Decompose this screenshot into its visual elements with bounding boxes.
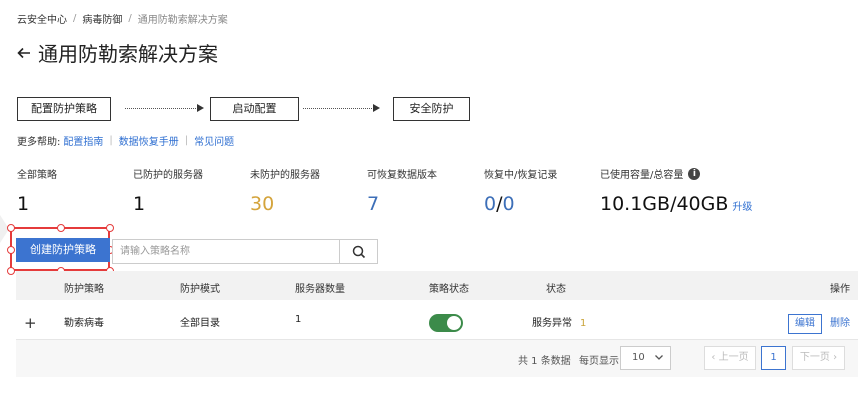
flow-arrow	[303, 104, 380, 112]
cell-policy: 勒索病毒	[64, 318, 104, 329]
search-icon	[352, 245, 365, 258]
stat-capacity: 已使用容量/总容量 i 10.1GB/40GB 升级	[600, 167, 753, 215]
cell-mode: 全部目录	[180, 318, 220, 329]
stat-recoverable-versions: 可恢复数据版本 7	[367, 170, 437, 215]
link-faq[interactable]: 常见问题	[194, 133, 234, 148]
search-button[interactable]	[339, 240, 377, 263]
col-server-count: 服务器数量	[295, 284, 345, 295]
per-page-select[interactable]: 10	[620, 346, 671, 370]
recovery-records-count[interactable]: 0	[503, 193, 515, 215]
col-policy: 防护策略	[64, 284, 104, 295]
table-header: 防护策略 防护模式 服务器数量 策略状态 状态 操作	[16, 271, 858, 300]
back-arrow-icon[interactable]	[16, 45, 32, 61]
total-count: 共 1 条数据	[518, 356, 571, 367]
delete-link[interactable]: 删除	[830, 314, 850, 329]
prev-page-button[interactable]: ‹ 上一页	[704, 346, 756, 370]
stat-all-policies: 全部策略 1	[17, 170, 57, 215]
col-mode: 防护模式	[180, 284, 220, 295]
cell-server-count: 1	[295, 314, 302, 325]
step-configure-policy[interactable]: 配置防护策略	[17, 97, 111, 121]
edit-button[interactable]: 编辑	[788, 314, 822, 334]
resize-handle[interactable]	[106, 224, 114, 232]
next-page-button[interactable]: 下一页 ›	[792, 346, 845, 370]
resize-handle[interactable]	[7, 246, 15, 254]
chevron-down-icon	[653, 350, 665, 372]
per-page-label: 每页显示	[579, 356, 619, 367]
resize-handle[interactable]	[7, 224, 15, 232]
cell-status: 服务异常 1	[532, 318, 587, 329]
stats-panel: 全部策略 1 已防护的服务器 1 未防护的服务器 30 可恢复数据版本 7 恢复…	[17, 166, 817, 216]
current-page[interactable]: 1	[761, 346, 786, 370]
chevron-left-icon: ‹	[711, 352, 716, 363]
upgrade-link[interactable]: 升级	[732, 202, 752, 213]
pagination: 共 1 条数据 每页显示 10 ‹ 上一页 1 下一页 ›	[16, 340, 858, 377]
link-recovery-manual[interactable]: 数据恢复手册	[119, 133, 179, 148]
flow-arrow	[125, 104, 204, 112]
help-links: 更多帮助: 配置指南 | 数据恢复手册 | 常见问题	[17, 133, 234, 148]
recovering-count[interactable]: 0	[484, 193, 496, 215]
resize-handle[interactable]	[57, 224, 65, 232]
policy-status-toggle[interactable]	[429, 314, 463, 332]
col-status: 状态	[546, 284, 566, 295]
capacity-value: 10.1GB/40GB	[600, 193, 729, 215]
setup-flow: 配置防护策略 启动配置 安全防护	[17, 97, 477, 121]
expand-row-icon[interactable]: +	[24, 314, 37, 332]
create-policy-button[interactable]: 创建防护策略	[16, 238, 110, 262]
table-row: + 勒索病毒 全部目录 1 服务异常 1 编辑 删除	[16, 300, 858, 340]
breadcrumb-separator: /	[128, 13, 132, 24]
breadcrumb-separator: /	[73, 13, 77, 24]
info-icon[interactable]: i	[688, 167, 701, 180]
stat-protected-servers: 已防护的服务器 1	[133, 170, 203, 215]
stat-unprotected-servers: 未防护的服务器 30	[250, 170, 320, 215]
chevron-right-icon: ›	[833, 352, 838, 363]
title-row: 通用防勒索解决方案	[16, 38, 218, 67]
help-label: 更多帮助:	[17, 137, 61, 148]
breadcrumb: 云安全中心 / 病毒防御 / 通用防勒索解决方案	[17, 11, 228, 26]
policy-table: 防护策略 防护模式 服务器数量 策略状态 状态 操作 + 勒索病毒 全部目录 1…	[16, 271, 858, 377]
resize-handle[interactable]	[7, 267, 15, 275]
link-config-guide[interactable]: 配置指南	[63, 133, 103, 148]
col-actions: 操作	[830, 284, 850, 295]
policy-search-input[interactable]	[113, 240, 339, 263]
breadcrumb-item-cloud-security[interactable]: 云安全中心	[17, 11, 67, 26]
status-count[interactable]: 1	[580, 318, 586, 329]
divider: |	[184, 135, 189, 146]
col-policy-status: 策略状态	[429, 284, 469, 295]
page-title: 通用防勒索解决方案	[38, 42, 218, 66]
breadcrumb-item-current: 通用防勒索解决方案	[137, 15, 228, 26]
breadcrumb-item-virus-defense[interactable]: 病毒防御	[82, 11, 122, 26]
step-security-protection[interactable]: 安全防护	[393, 97, 470, 121]
divider: |	[109, 135, 113, 146]
search-box	[112, 239, 378, 264]
stat-recovery-records: 恢复中/恢复记录 0/0	[484, 170, 558, 215]
step-start-config[interactable]: 启动配置	[210, 97, 299, 121]
